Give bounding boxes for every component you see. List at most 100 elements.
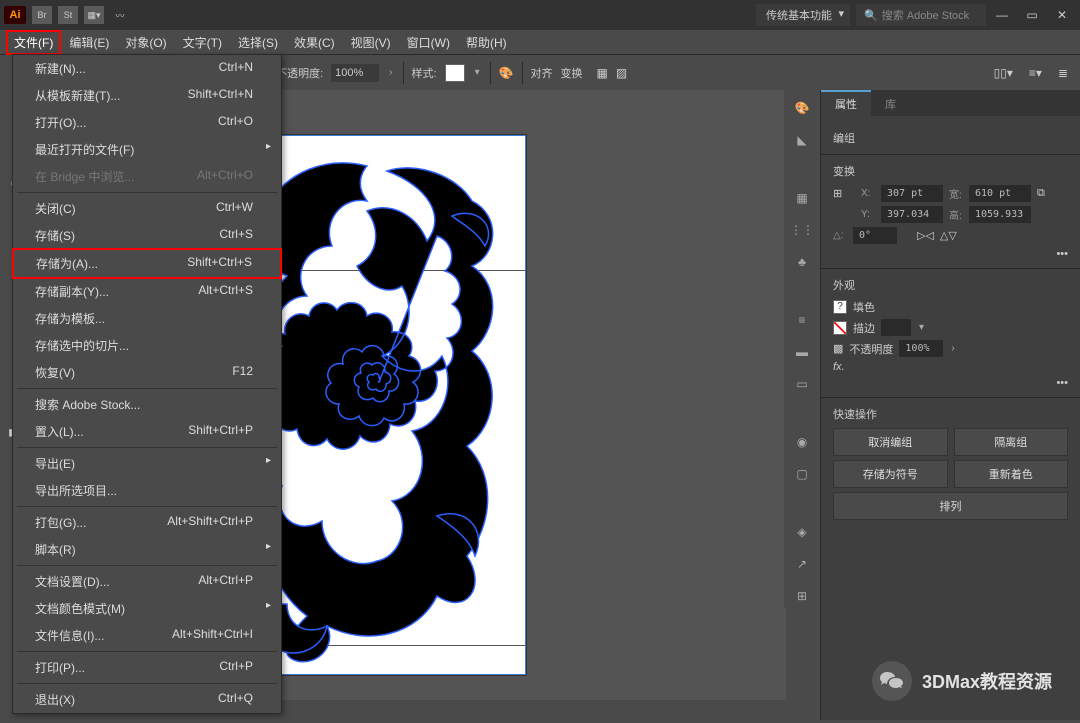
file-menu-item[interactable]: 文档颜色模式(M) (13, 595, 281, 622)
opacity-field[interactable]: 100% (331, 64, 379, 82)
fill-swatch-q[interactable]: ? (833, 300, 847, 314)
transparency-panel-icon[interactable]: ≡ (790, 308, 814, 332)
fx-label[interactable]: fx. (833, 361, 845, 373)
file-menu-dropdown: 新建(N)...Ctrl+N从模板新建(T)...Shift+Ctrl+N打开(… (12, 54, 282, 714)
file-menu-item[interactable]: 新建(N)...Ctrl+N (13, 55, 281, 82)
search-box[interactable]: 🔍 搜索 Adobe Stock (856, 4, 986, 26)
maximize-button[interactable]: ▭ (1018, 5, 1046, 25)
stock-icon[interactable]: St (58, 6, 78, 24)
style-label: 样式: (412, 65, 437, 81)
stroke-swatch-q[interactable] (833, 321, 847, 335)
tab-libraries[interactable]: 库 (871, 90, 910, 116)
file-menu-item[interactable]: 文件信息(I)...Alt+Shift+Ctrl+I (13, 622, 281, 649)
file-menu-item[interactable]: 存储为(A)...Shift+Ctrl+S (12, 248, 282, 279)
gradient-panel-icon[interactable]: ▬ (790, 340, 814, 364)
flip-h-icon[interactable]: ▷◁ (917, 229, 934, 242)
section-appearance: 外观 (833, 277, 1068, 293)
h-field[interactable]: 1059.933 (969, 206, 1031, 223)
section-group: 编组 (833, 130, 1068, 146)
graphic-styles-icon[interactable]: ▢ (790, 462, 814, 486)
link-icon[interactable]: ⧉ (1037, 187, 1045, 200)
file-menu-item[interactable]: 恢复(V)F12 (13, 359, 281, 386)
flip-v-icon[interactable]: △▽ (940, 229, 957, 242)
file-menu-item[interactable]: 打包(G)...Alt+Shift+Ctrl+P (13, 509, 281, 536)
symbols-panel-icon[interactable]: ♣ (790, 250, 814, 274)
gpu-icon[interactable]: 〰 (110, 6, 130, 24)
file-menu-item[interactable]: 存储为模板... (13, 305, 281, 332)
arrange-icon[interactable]: ▦▾ (84, 6, 104, 24)
more-options-2[interactable]: ••• (833, 377, 1068, 389)
menu-object[interactable]: 对象(O) (117, 30, 174, 55)
arrange-docs-icon[interactable]: ▯▯▾ (994, 66, 1013, 80)
file-menu-item[interactable]: 搜索 Adobe Stock... (13, 391, 281, 418)
opacity-field-panel[interactable]: 100% (899, 340, 943, 357)
brushes-panel-icon[interactable]: ▦ (790, 186, 814, 210)
transform-label[interactable]: 变换 (561, 65, 583, 81)
x-field[interactable]: 307 pt (881, 185, 943, 202)
more-options[interactable]: ••• (833, 248, 1068, 260)
tab-properties[interactable]: 属性 (821, 90, 871, 116)
align-label[interactable]: 对齐 (531, 65, 553, 81)
workspace-switcher[interactable]: 传统基本功能 (756, 4, 850, 26)
swatches-panel-icon[interactable]: ◣ (790, 128, 814, 152)
isolate-icon[interactable]: ▦ (597, 66, 608, 80)
layers-panel-icon[interactable]: ◈ (790, 520, 814, 544)
file-menu-item[interactable]: 导出(E) (13, 450, 281, 477)
watermark-text: 3DMax教程资源 (922, 668, 1052, 694)
file-menu-item[interactable]: 置入(L)...Shift+Ctrl+P (13, 418, 281, 445)
bridge-icon[interactable]: Br (32, 6, 52, 24)
opacity-icon: ▩ (833, 342, 843, 355)
app-logo: Ai (4, 6, 26, 24)
panel-tabs: 属性 库 (821, 90, 1080, 116)
file-menu-item[interactable]: 打印(P)...Ctrl+P (13, 654, 281, 681)
asset-export-icon[interactable]: ↗ (790, 552, 814, 576)
file-menu-item[interactable]: 存储选中的切片... (13, 332, 281, 359)
file-menu-item[interactable]: 存储(S)Ctrl+S (13, 222, 281, 249)
artboards-panel-icon[interactable]: ⊞ (790, 584, 814, 608)
panel-dock: 🎨 ◣ ▦ ⋮⋮ ♣ ≡ ▬ ▭ ◉ ▢ ◈ ↗ ⊞ (784, 90, 820, 608)
style-swatch[interactable] (445, 64, 465, 82)
file-menu-item[interactable]: 脚本(R) (13, 536, 281, 563)
opacity-more[interactable]: › (387, 67, 394, 78)
menu-type[interactable]: 文字(T) (175, 30, 230, 55)
file-menu-item[interactable]: 存储副本(Y)...Alt+Ctrl+S (13, 278, 281, 305)
file-menu-item[interactable]: 在 Bridge 中浏览...Alt+Ctrl+O (13, 163, 281, 190)
stroke-panel-icon[interactable]: ⋮⋮ (790, 218, 814, 242)
align-icon[interactable]: ≡▾ (1029, 66, 1042, 80)
ref-point-icon[interactable]: ⊞ (833, 187, 855, 200)
file-menu-item[interactable]: 关闭(C)Ctrl+W (13, 195, 281, 222)
btn-ungroup[interactable]: 取消编组 (833, 428, 948, 456)
file-menu-item[interactable]: 打开(O)...Ctrl+O (13, 109, 281, 136)
opacity-label: 不透明度: (276, 65, 323, 81)
menu-effect[interactable]: 效果(C) (286, 30, 343, 55)
close-button[interactable]: ✕ (1048, 5, 1076, 25)
file-menu-item[interactable]: 导出所选项目... (13, 477, 281, 504)
section-quick: 快速操作 (833, 406, 1068, 422)
menu-edit[interactable]: 编辑(E) (61, 30, 117, 55)
menu-help[interactable]: 帮助(H) (458, 30, 515, 55)
btn-arrange[interactable]: 排列 (833, 492, 1068, 520)
color-panel-icon[interactable]: 🎨 (790, 96, 814, 120)
file-menu-item[interactable]: 退出(X)Ctrl+Q (13, 686, 281, 713)
file-menu-item[interactable]: 文档设置(D)...Alt+Ctrl+P (13, 568, 281, 595)
appearance-panel-icon[interactable]: ◉ (790, 430, 814, 454)
btn-isolate[interactable]: 隔离组 (954, 428, 1069, 456)
angle-field[interactable]: 0° (853, 227, 897, 244)
recolor-icon[interactable]: 🎨 (499, 66, 514, 80)
align-panel-icon[interactable]: ▭ (790, 372, 814, 396)
menu-select[interactable]: 选择(S) (230, 30, 286, 55)
stroke-weight-field[interactable] (881, 319, 911, 336)
menu-window[interactable]: 窗口(W) (399, 30, 458, 55)
menu-file[interactable]: 文件(F) (6, 30, 61, 55)
w-field[interactable]: 610 pt (969, 185, 1031, 202)
more-icon[interactable]: ≣ (1058, 66, 1068, 80)
file-menu-item[interactable]: 从模板新建(T)...Shift+Ctrl+N (13, 82, 281, 109)
btn-save-symbol[interactable]: 存储为符号 (833, 460, 948, 488)
menu-bar: 文件(F) 编辑(E) 对象(O) 文字(T) 选择(S) 效果(C) 视图(V… (0, 30, 1080, 54)
btn-recolor[interactable]: 重新着色 (954, 460, 1069, 488)
file-menu-item[interactable]: 最近打开的文件(F) (13, 136, 281, 163)
minimize-button[interactable]: ― (988, 5, 1016, 25)
y-field[interactable]: 397.034 (881, 206, 943, 223)
menu-view[interactable]: 视图(V) (343, 30, 399, 55)
crop-icon[interactable]: ▨ (616, 66, 627, 80)
